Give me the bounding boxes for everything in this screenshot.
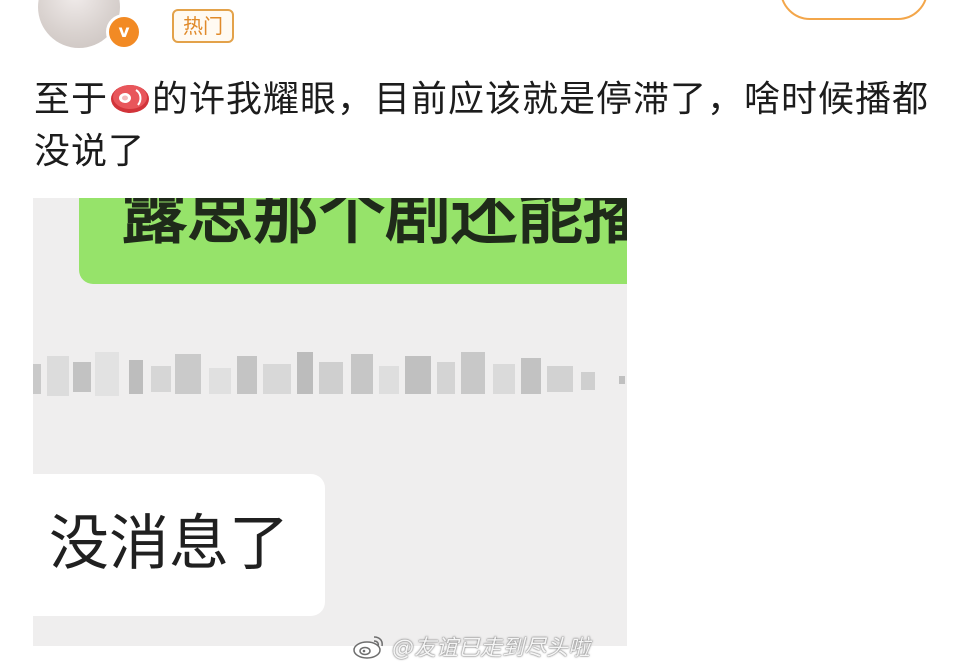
hot-badge: 热门 [172, 9, 234, 43]
sent-message-text: 露思那个剧还能播吗 [121, 198, 627, 253]
sent-message-bubble: 露思那个剧还能播吗 [79, 198, 627, 284]
follow-button[interactable] [780, 0, 928, 20]
watermark-text: @友谊已走到尽头啦 [392, 636, 591, 661]
chat-screenshot-image[interactable]: 露思那个剧还能播吗 没消息了 [33, 198, 627, 646]
watermark: @友谊已走到尽头啦 [352, 630, 590, 662]
blurred-text-region [33, 352, 625, 396]
steak-emoji-icon [111, 85, 150, 113]
reply-message-text: 没消息了 [49, 509, 289, 579]
post-text: 至于 的许我耀眼，目前应该就是停滞了，啥时候播都没说了 [34, 74, 934, 178]
reply-message-bubble: 没消息了 [33, 474, 325, 616]
post-text-part-2: 的许我耀眼，目前应该就是停滞了，啥时候播都没说了 [34, 79, 930, 172]
verified-badge-icon: v [106, 14, 142, 50]
weibo-logo-icon [353, 636, 383, 659]
post-text-part-1: 至于 [34, 79, 109, 120]
